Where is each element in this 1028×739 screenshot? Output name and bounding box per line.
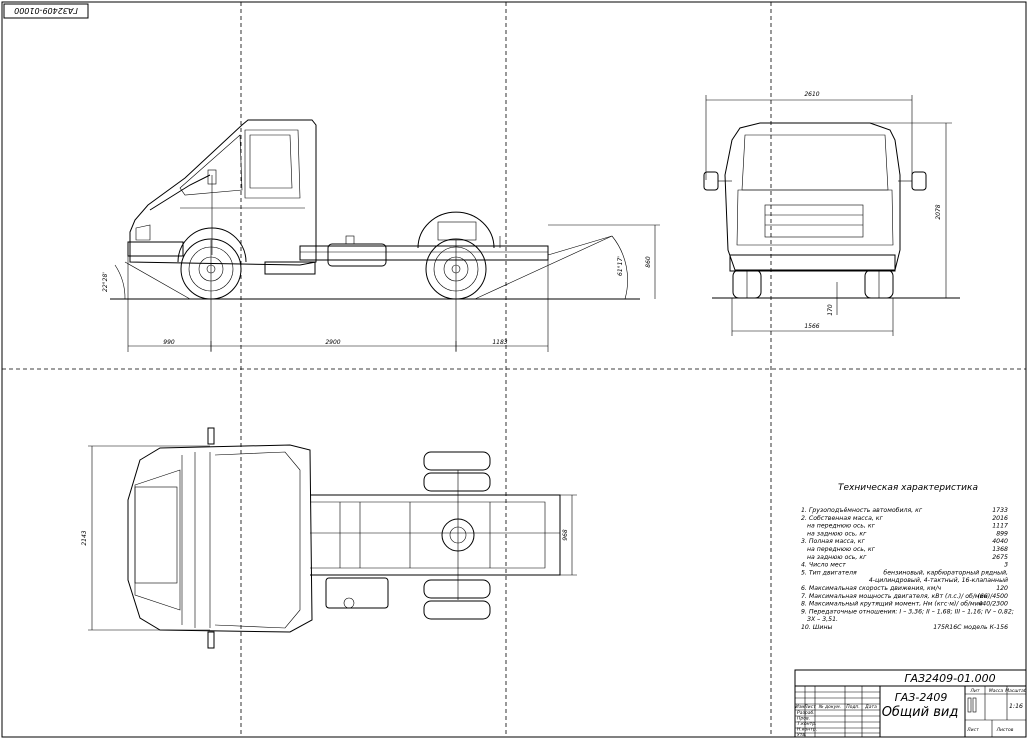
tb-grid-label: Подп.	[846, 704, 860, 710]
tb-role-label: Н.контр.	[797, 727, 817, 733]
spec-value: 1368	[992, 546, 1008, 553]
dim-rear-angle: 61°17'	[617, 256, 624, 276]
front-view: 2610 2078 1566 170	[703, 91, 960, 336]
top-view: 2143 968	[81, 427, 577, 649]
spec-label: ЗХ – 3,51.	[807, 616, 838, 623]
spec-label: 10. Шины	[801, 624, 832, 631]
spec-value: 2016	[992, 515, 1008, 522]
technical-drawing: ГАЗ2409-01000 990 2900 1183 22°28' 61°17…	[1, 1, 1027, 738]
corner-code: ГАЗ2409-01000	[14, 6, 78, 15]
spec-value: бензиновый, карбюраторный рядный,	[883, 568, 1008, 576]
col-mass: Масса	[989, 688, 1004, 694]
tb-left-grid: Изм Лист № докум. Подп. ДатаРазраб.Пров.Т.ко…	[795, 686, 880, 738]
col-scale: Масштаб	[1005, 688, 1027, 694]
spec-value: 899	[996, 530, 1008, 537]
dim-front-width: 2610	[804, 91, 819, 98]
title-code: ГАЗ2409-01.000	[904, 672, 995, 685]
sheets-label: Листов	[996, 727, 1014, 733]
tb-grid-label: № докум.	[818, 704, 841, 710]
spec-value: 120	[996, 585, 1008, 592]
col-lit: Лит	[970, 688, 980, 694]
dim-wheelbase: 2900	[325, 339, 340, 346]
dim-rear-overhang: 1183	[492, 339, 507, 346]
tb-grid-label: Дата	[864, 704, 877, 710]
spec-value: 1733	[992, 507, 1008, 514]
dim-frame-height: 860	[645, 256, 652, 268]
dim-front-height: 2078	[935, 204, 942, 219]
spec-value: 2675	[992, 554, 1008, 561]
spec-title: Техническая характеристика	[838, 483, 978, 493]
title-name: Общий вид	[882, 705, 959, 720]
spec-value: (66)/4500	[977, 593, 1008, 600]
tb-role-label: Утв.	[797, 732, 806, 738]
dim-clearance: 170	[827, 304, 834, 316]
spec-label: 1. Грузоподъёмность автомобиля, кг	[801, 506, 923, 514]
dim-track: 1566	[804, 323, 819, 330]
tb-role-label: Разраб.	[797, 710, 815, 716]
spec-label: 6. Максимальная скорость движения, км/ч	[801, 585, 942, 592]
drawing-sheet: ГАЗ2409-01000 990 2900 1183 22°28' 61°17…	[0, 0, 1028, 739]
spec-value: 4-цилиндровый, 4-тактный, 16-клапанный	[869, 577, 1008, 584]
spec-label: на заднюю ось, кг	[807, 530, 867, 537]
spec-table: Техническая характеристика 1. Грузоподъё…	[801, 483, 1014, 631]
side-view: 990 2900 1183 22°28' 61°17' 860	[102, 119, 660, 352]
tb-role-label: Пров.	[797, 716, 810, 722]
corner-code-box: ГАЗ2409-01000	[3, 3, 89, 19]
sheet-label: Лист	[966, 727, 979, 733]
fold-lines	[2, 2, 1026, 737]
scale-value: 1:16	[1009, 703, 1023, 710]
sheet-border	[1, 1, 1027, 738]
dim-overall-width: 2143	[81, 530, 88, 545]
spec-value: 1117	[992, 523, 1008, 530]
spec-value: 3	[1004, 562, 1008, 569]
spec-label: на переднюю ось, кг	[807, 523, 876, 530]
tb-grid-label: Лист	[803, 704, 816, 710]
spec-rows: 1. Грузоподъёмность автомобиля, кг 1733 2.…	[801, 506, 1014, 631]
spec-value: 440/2300	[978, 601, 1008, 608]
spec-label: 4. Число мест	[801, 562, 846, 569]
title-block: ГАЗ2409-01.000 ГАЗ-2409 Общий вид Лит Ма…	[794, 669, 1027, 738]
spec-value: 175R16C модель К-156	[933, 624, 1008, 631]
spec-value: 4040	[992, 538, 1008, 545]
dim-front-angle: 22°28'	[102, 272, 109, 292]
spec-label: 7. Максимальная мощность двигателя, кВт …	[801, 592, 988, 600]
tb-role-label: Т.контр.	[797, 721, 817, 727]
title-model: ГАЗ-2409	[895, 691, 948, 704]
spec-label: 5. Тип двигателя	[801, 569, 857, 576]
spec-label: на заднюю ось, кг	[807, 554, 867, 561]
spec-label: 9. Передаточные отношения: I – 3,36; II …	[801, 608, 1014, 615]
spec-label: на переднюю ось, кг	[807, 546, 876, 553]
dim-front-overhang: 990	[163, 339, 175, 346]
spec-label: 2. Собственная масса, кг	[801, 514, 884, 522]
spec-label: 8. Максимальный крутящий момент, Нм (кгс…	[801, 600, 983, 608]
spec-label: 3. Полная масса, кг	[801, 538, 866, 545]
dim-frame-width: 968	[562, 529, 569, 541]
